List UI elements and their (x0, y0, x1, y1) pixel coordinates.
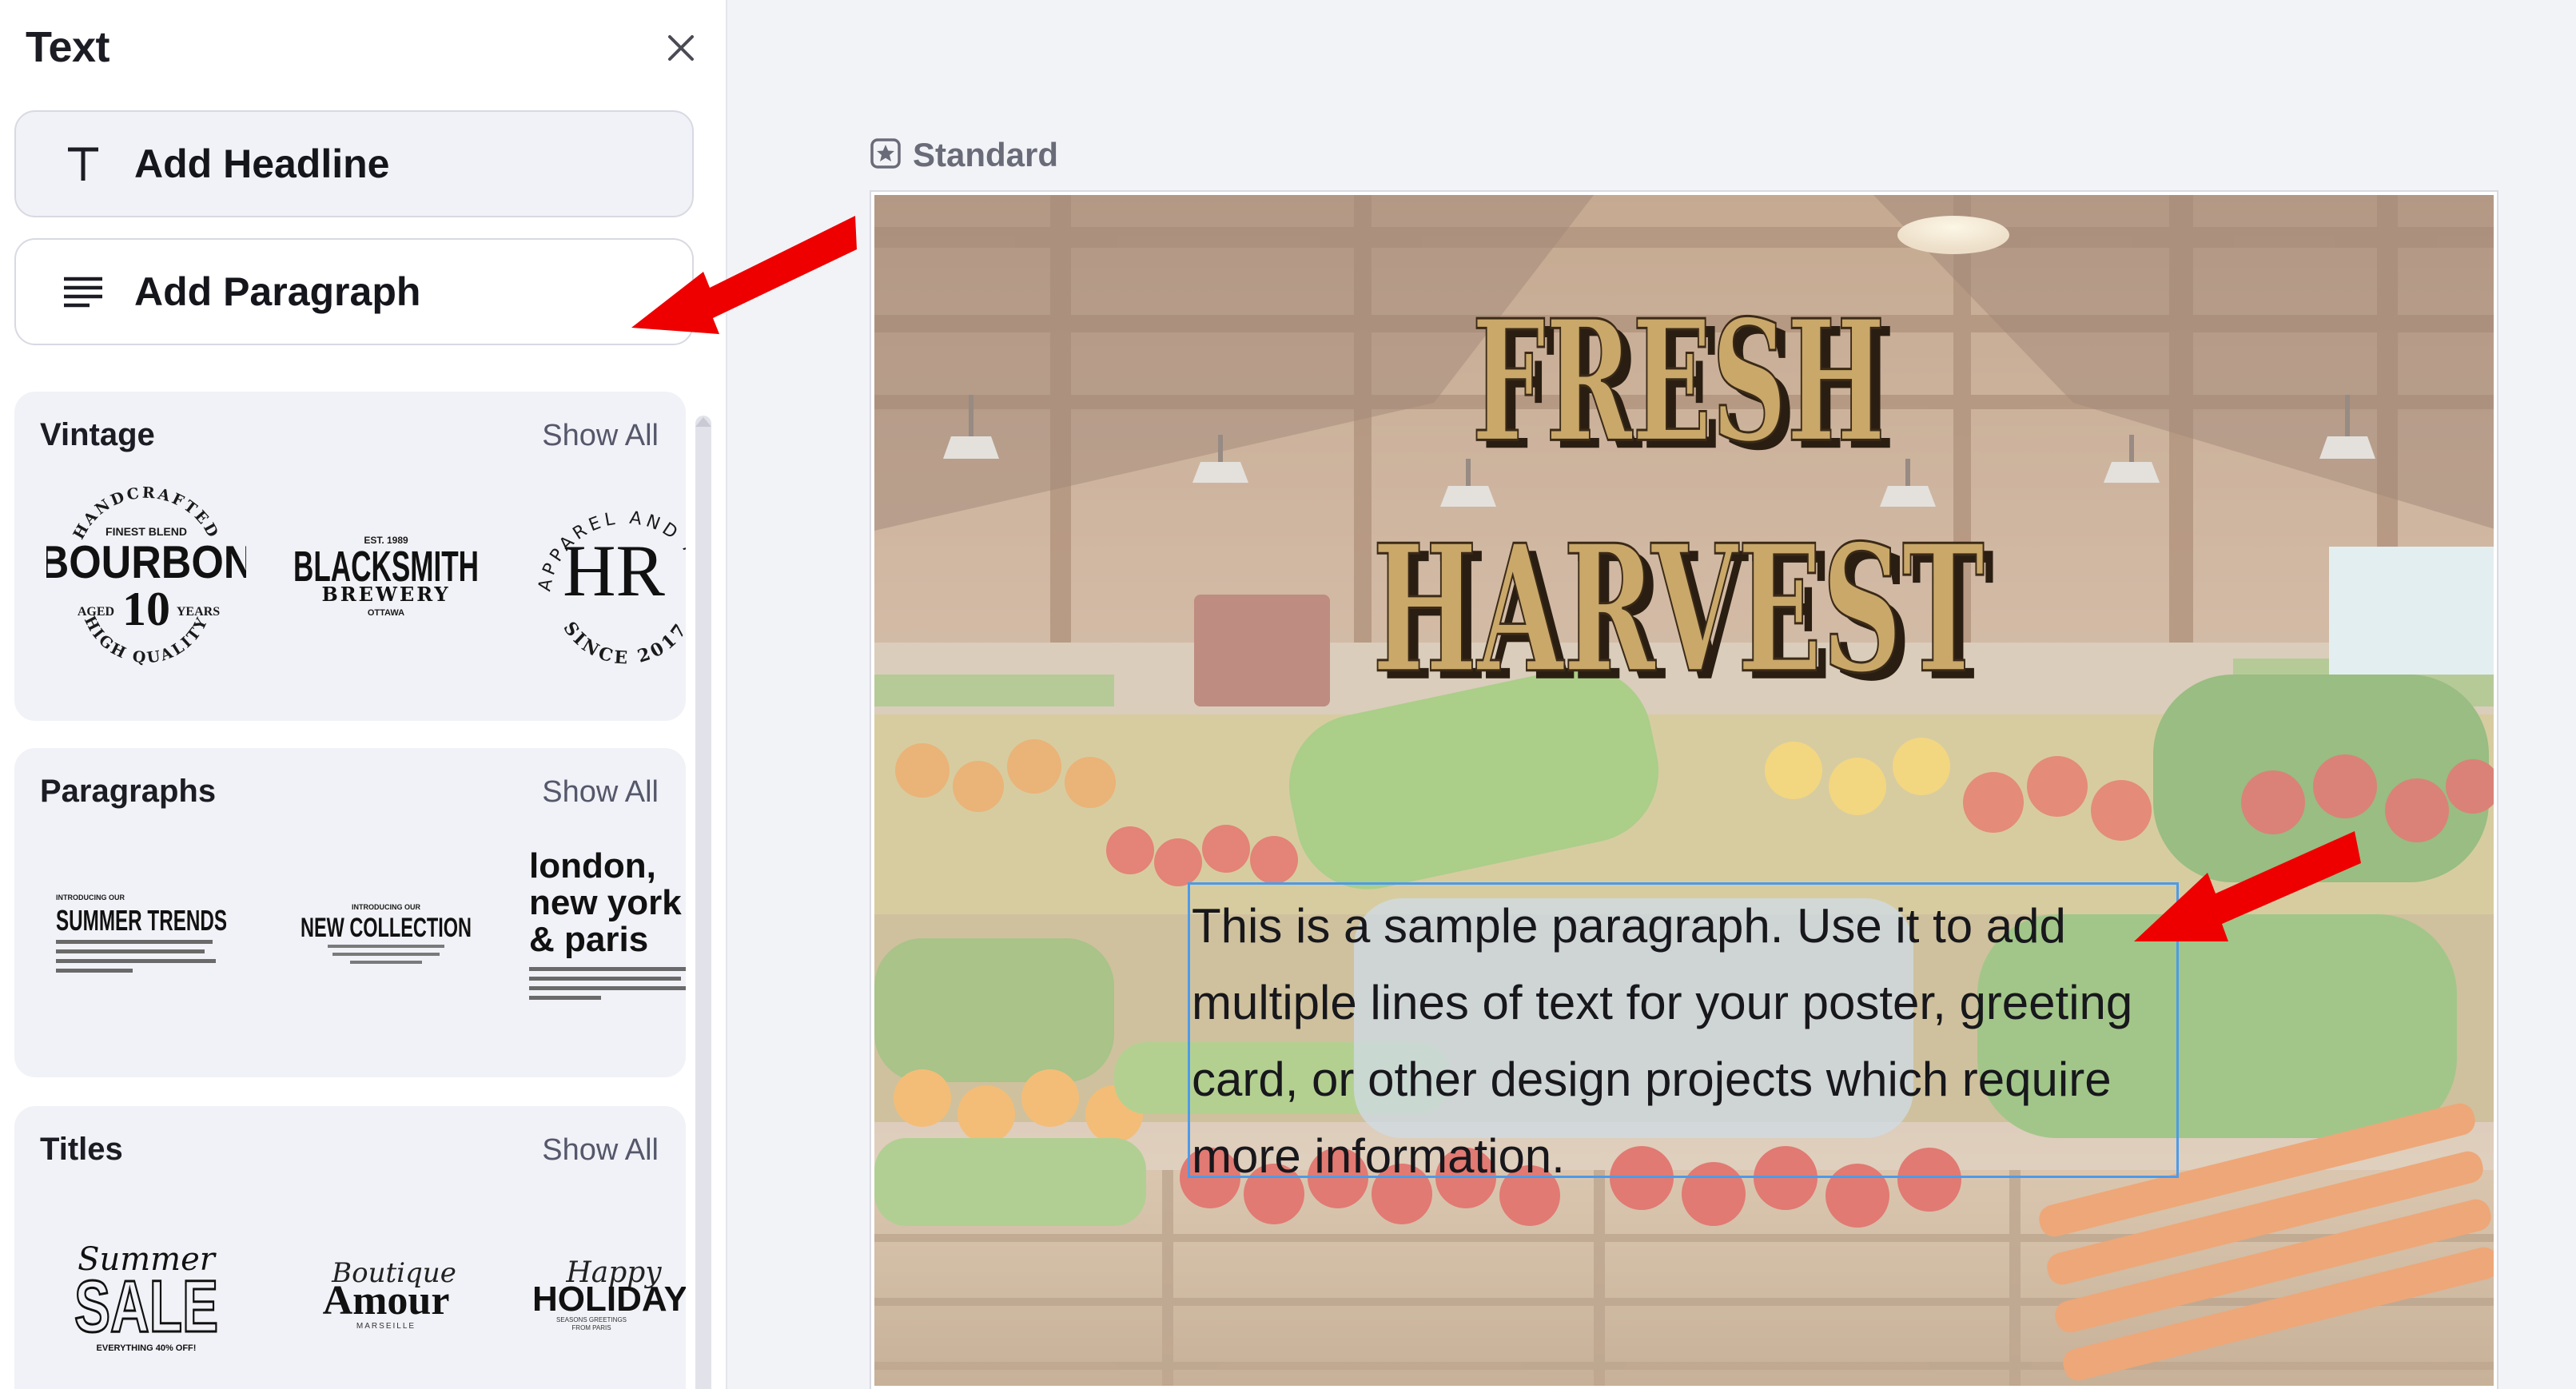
template-summer-sale[interactable]: Summer SALE EVERYTHING 40% OFF! (46, 1194, 246, 1389)
headline-element[interactable]: FRESH FRESH HARVEST HARVEST (874, 195, 2494, 1386)
canvas-size-tag: Standard (870, 136, 1058, 174)
titles-section: Titles Show All Summer SALE EVERYTHING 4… (14, 1106, 686, 1389)
london-line1: london, (529, 846, 656, 886)
add-paragraph-label: Add Paragraph (134, 269, 421, 314)
paragraphs-section: Paragraphs Show All INTRODUCING OUR SUMM… (14, 748, 686, 1077)
add-headline-label: Add Headline (134, 141, 390, 186)
canvas-size-label: Standard (913, 136, 1059, 173)
panel-title: Text (26, 23, 110, 71)
blacksmith-city: OTTAWA (368, 608, 404, 618)
paragraph-text[interactable]: This is a sample paragraph. Use it to ad… (1192, 888, 2176, 1195)
monogram-letters: HR (563, 530, 665, 611)
star-tag-icon (870, 137, 902, 173)
arrow-pointer-icon (631, 216, 857, 334)
template-new-collection[interactable]: INTRODUCING OUR NEW COLLECTION (286, 836, 486, 1036)
bourbon-line: FINEST BLEND (106, 525, 187, 538)
summer-sale-word: SALE (74, 1266, 218, 1347)
template-bourbon[interactable]: HANDCRAFTED FINEST BLEND BOURBON AGED 10… (46, 480, 246, 679)
paragraph-icon (58, 266, 109, 317)
blacksmith-brewery: BREWERY (321, 583, 450, 606)
holiday-sub1: SEASONS GREETINGS (556, 1316, 627, 1323)
boutique-sub: MARSEILLE (356, 1322, 416, 1331)
svg-text:SINCE 2017: SINCE 2017 (559, 618, 686, 668)
london-line2: new york (529, 883, 682, 922)
template-blacksmith[interactable]: EST. 1989 BLACKSMITH BREWERY OTTAWA (286, 480, 486, 679)
panel-scrollbar[interactable] (695, 416, 711, 1389)
new-collection-title: NEW COLLECTION (301, 913, 472, 943)
template-boutique-amour[interactable]: Boutique Amour MARSEILLE (286, 1194, 486, 1389)
bourbon-ten: 10 (122, 583, 170, 635)
arrow-pointer-icon (2134, 831, 2361, 941)
show-all-titles[interactable]: Show All (542, 1133, 659, 1168)
summer-sale-sub: EVERYTHING 40% OFF! (97, 1343, 197, 1353)
headline-line2: HARVEST (1372, 507, 1985, 712)
text-icon (58, 138, 109, 189)
template-summer-trends[interactable]: INTRODUCING OUR SUMMER TRENDS (46, 836, 246, 1036)
holiday-sub2: FROM PARIS (571, 1324, 611, 1331)
template-london[interactable]: london, new york & paris (526, 836, 686, 1036)
paragraph-selection-box[interactable]: This is a sample paragraph. Use it to ad… (1188, 882, 2179, 1183)
show-all-vintage[interactable]: Show All (542, 419, 659, 453)
scroll-up-icon[interactable] (692, 411, 715, 433)
new-collection-intro: INTRODUCING OUR (352, 903, 420, 911)
text-panel: Text Add Headline Add Paragraph Vintage … (0, 0, 727, 1389)
template-happy-holiday[interactable]: Happy HOLIDAY SEASONS GREETINGS FROM PAR… (526, 1194, 686, 1389)
section-title: Titles (40, 1132, 123, 1167)
summer-trends-intro: INTRODUCING OUR (56, 893, 125, 901)
monogram-arc-bottom: SINCE 2017 (559, 618, 686, 668)
bourbon-word: BOURBON (46, 537, 246, 588)
add-headline-button[interactable]: Add Headline (14, 110, 694, 217)
boutique-word: Amour (323, 1278, 450, 1323)
template-monogram[interactable]: APPAREL AND ACC HR SINCE 2017 (526, 480, 686, 679)
section-title: Paragraphs (40, 774, 217, 809)
summer-trends-title: SUMMER TRENDS (56, 904, 227, 937)
holiday-word: HOLIDAY (532, 1280, 686, 1319)
headline-line1: FRESH (1471, 284, 1885, 480)
add-paragraph-button[interactable]: Add Paragraph (14, 238, 694, 345)
vintage-section: Vintage Show All HANDCRAFTED FINEST BLEN… (14, 392, 686, 721)
show-all-paragraphs[interactable]: Show All (542, 775, 659, 810)
design-canvas[interactable]: FRESH FRESH HARVEST HARVEST This is a sa… (871, 192, 2497, 1389)
london-line3: & paris (529, 920, 648, 959)
close-icon[interactable] (657, 24, 705, 72)
section-title: Vintage (40, 417, 155, 452)
